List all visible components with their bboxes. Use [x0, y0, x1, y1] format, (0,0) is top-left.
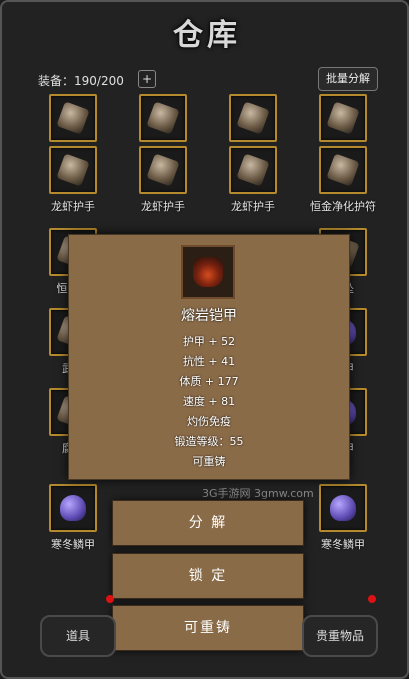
page-title: 仓库: [173, 18, 241, 53]
gauntlet-icon: [229, 146, 277, 194]
armor-icon: [49, 484, 97, 532]
tooltip-stat-constitution: 体质 + 177: [179, 375, 239, 388]
watermark: 3G手游网 3gmw.com: [202, 487, 314, 500]
item-label: 寒冬鳞甲: [321, 538, 365, 551]
amulet-icon: [319, 146, 367, 194]
slot-6-1[interactable]: 寒冬鳞甲: [38, 484, 108, 551]
tooltip-stat-resist: 抗性 + 41: [182, 355, 236, 368]
reforge-button[interactable]: 可重铸: [112, 605, 304, 651]
gauntlet-icon: [139, 94, 187, 142]
slot-6-4[interactable]: 寒冬鳞甲: [308, 484, 378, 551]
capacity-text: 装备：190/200: [38, 74, 124, 88]
gauntlet-icon: [319, 94, 367, 142]
gauntlet-icon: [139, 146, 187, 194]
tab-valuables[interactable]: 贵重物品: [302, 615, 378, 657]
title-banner: 仓库: [142, 10, 272, 54]
batch-decompose-button[interactable]: 批量分解: [318, 67, 378, 91]
slot-2-4[interactable]: 恒金净化护符: [308, 146, 378, 213]
inventory-window: 仓库 装备：190/200 + 批量分解 龙虾护手 龙虾护手 龙虾护手 龙虾护手…: [0, 0, 409, 679]
tooltip-item-name: 熔岩铠甲: [181, 308, 237, 324]
armor-icon: [319, 484, 367, 532]
slot-2-1[interactable]: 龙虾护手: [38, 146, 108, 213]
decompose-button[interactable]: 分 解: [112, 500, 304, 546]
slot-1-4[interactable]: 龙虾护手: [308, 94, 378, 161]
slot-1-3[interactable]: 龙虾护手: [218, 94, 288, 161]
item-label: 寒冬鳞甲: [51, 538, 95, 551]
notification-dot: [368, 595, 376, 603]
item-label: 龙虾护手: [51, 200, 95, 213]
tab-items[interactable]: 道具: [40, 615, 116, 657]
item-label: 龙虾护手: [231, 200, 275, 213]
slot-1-2[interactable]: 龙虾护手: [128, 94, 198, 161]
slot-2-2[interactable]: 龙虾护手: [128, 146, 198, 213]
gauntlet-icon: [49, 146, 97, 194]
expand-capacity-button[interactable]: +: [138, 70, 156, 88]
item-label: 恒金净化护符: [310, 200, 376, 213]
inventory-topbar: 装备：190/200 + 批量分解: [38, 67, 378, 92]
tooltip-stat-armor: 护甲 + 52: [182, 335, 236, 348]
item-label: 龙虾护手: [141, 200, 185, 213]
tooltip-stat-burn-immunity: 灼伤免疫: [187, 415, 231, 428]
notification-dot: [106, 595, 114, 603]
tooltip-stat-reforgeable: 可重铸: [192, 455, 226, 468]
gauntlet-icon: [229, 94, 277, 142]
slot-1-1[interactable]: 龙虾护手: [38, 94, 108, 161]
slot-2-3[interactable]: 龙虾护手: [218, 146, 288, 213]
tooltip-stat-speed: 速度 + 81: [182, 395, 236, 408]
gauntlet-icon: [49, 94, 97, 142]
item-tooltip: 熔岩铠甲 护甲 + 52 抗性 + 41 体质 + 177 速度 + 81 灼伤…: [68, 234, 350, 480]
lava-armor-icon: [181, 245, 235, 299]
lock-button[interactable]: 锁 定: [112, 553, 304, 599]
tooltip-stat-forge-level: 锻造等级：55: [174, 435, 244, 448]
